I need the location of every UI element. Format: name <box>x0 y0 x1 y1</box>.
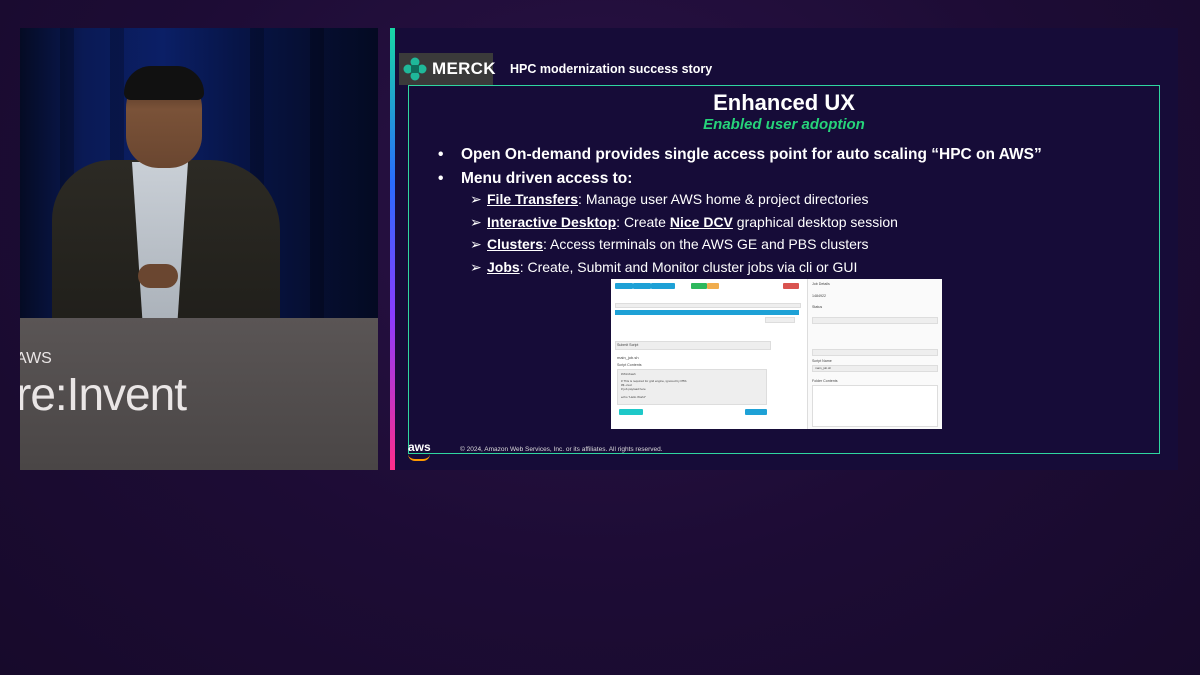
sub-item-label: File Transfers <box>487 191 579 207</box>
sub-item-text: : Access terminals on the AWS GE and PBS… <box>543 236 869 252</box>
sub-item-text: graphical desktop session <box>732 214 898 230</box>
job-details-pane: Job Details 1484922 Status Script Name m… <box>807 279 942 429</box>
script-name-field: main_job.sh <box>812 365 938 372</box>
reinvent-logo-main: re:Invent <box>20 368 187 420</box>
toolbar-button <box>783 283 799 289</box>
copyright-text: © 2024, Amazon Web Services, Inc. or its… <box>460 446 663 453</box>
speaker-hair <box>124 66 204 100</box>
arrow-bullet-icon: ➢ <box>470 236 482 252</box>
bullet-dot: • <box>438 146 444 163</box>
open-dir-button <box>745 409 767 415</box>
speaker-video: AWS re:Invent <box>20 28 378 470</box>
folder-contents-list <box>812 385 938 427</box>
arrow-bullet-icon: ➢ <box>470 191 482 207</box>
sub-item-text: : Create, Submit and Monitor cluster job… <box>519 259 858 275</box>
sub-item-text: : Create <box>616 214 670 230</box>
merck-logo: MERCK <box>399 53 496 85</box>
sub-item-label: Jobs <box>487 259 520 275</box>
script-contents-box: #!/bin/bash # This is required for grid … <box>617 369 767 405</box>
detail-field <box>812 317 938 324</box>
speaker-hand <box>138 264 178 288</box>
toolbar-button <box>651 283 675 289</box>
job-id: 1484922 <box>812 294 826 298</box>
arrow-bullet-icon: ➢ <box>470 214 482 230</box>
script-line: echo "Hello World" <box>621 395 646 399</box>
script-line: #!/bin/bash <box>621 372 636 376</box>
job-details-label: Job Details <box>812 282 830 286</box>
bullet-text: Open On-demand provides single access po… <box>461 146 1042 163</box>
sub-item-label: Interactive Desktop <box>487 214 617 230</box>
script-name-value: main_job.sh <box>815 366 832 370</box>
script-line: # job payload here <box>621 387 646 391</box>
job-composer-screenshot: Submit Script main_job.sh Script Content… <box>611 279 942 429</box>
detail-field <box>812 349 938 356</box>
toolbar-button <box>615 283 633 289</box>
merck-logo-text: MERCK <box>432 59 496 78</box>
aws-logo: aws <box>408 440 431 454</box>
presentation-slide: MERCK HPC modernization success story En… <box>390 28 1178 470</box>
slide-header: HPC modernization success story <box>510 62 713 76</box>
sub-item-text: : Manage user AWS home & project directo… <box>578 191 869 207</box>
script-name-label: Script Name <box>812 359 832 363</box>
status-label: Status <box>812 305 823 309</box>
toolbar-button <box>691 283 707 289</box>
table-header <box>615 303 801 308</box>
toolbar-button <box>633 283 651 289</box>
merck-logo-icon <box>403 57 427 81</box>
job-list-pane: Submit Script main_job.sh Script Content… <box>611 279 805 429</box>
script-file-name: main_job.sh <box>617 355 639 360</box>
folder-contents-label: Folder Contents <box>812 379 838 383</box>
podium: AWS re:Invent <box>20 318 378 470</box>
submit-script-label: Submit Script <box>617 343 639 347</box>
script-contents-label: Script Contents <box>617 363 642 367</box>
bullet-text: Menu driven access to: <box>461 170 633 187</box>
submit-script-header <box>615 341 771 350</box>
toolbar-button <box>707 283 719 289</box>
sub-item-label-secondary: Nice DCV <box>669 214 733 230</box>
slide-subtitle: Enabled user adoption <box>703 116 865 133</box>
pagination <box>765 317 795 323</box>
table-row-selected <box>615 310 799 315</box>
open-editor-button <box>619 409 643 415</box>
bullet-dot: • <box>438 170 444 187</box>
sub-item-label: Clusters <box>487 236 544 252</box>
arrow-bullet-icon: ➢ <box>470 259 482 275</box>
aws-smile-icon <box>408 454 430 461</box>
slide-title: Enhanced UX <box>713 90 855 115</box>
